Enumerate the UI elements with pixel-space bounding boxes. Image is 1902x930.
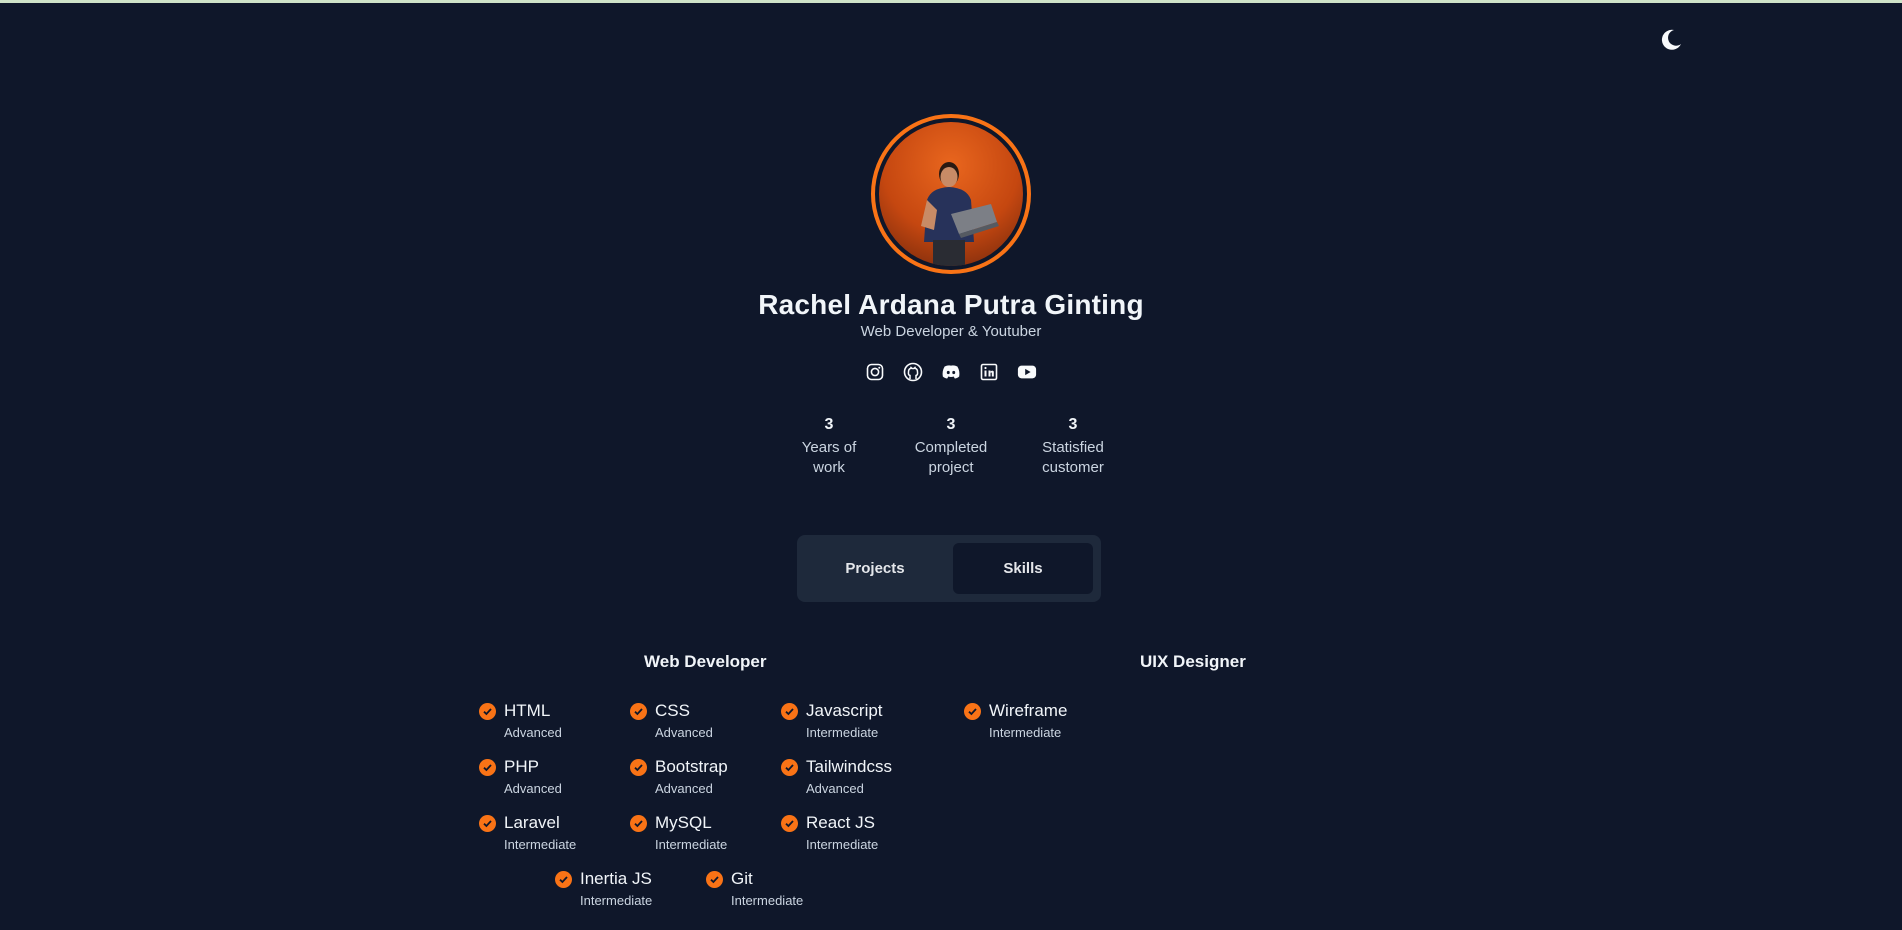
stat-label: Statisfied customer <box>1042 439 1104 476</box>
skill-name: HTML <box>504 701 551 720</box>
youtube-icon[interactable] <box>1017 362 1037 382</box>
check-icon <box>555 871 572 888</box>
check-icon <box>706 871 723 888</box>
skill-name: Tailwindcss <box>806 757 892 776</box>
skill-item: PHP Advanced <box>479 756 562 798</box>
profile-name: Rachel Ardana Putra Ginting <box>758 289 1144 320</box>
check-icon <box>781 815 798 832</box>
skill-level: Intermediate <box>655 837 728 852</box>
github-icon[interactable] <box>903 362 923 382</box>
stat-number: 3 <box>824 416 834 433</box>
moon-icon <box>1661 29 1681 50</box>
skill-level: Advanced <box>504 725 562 740</box>
instagram-icon[interactable] <box>865 362 885 382</box>
skill-item: Tailwindcss Advanced <box>781 756 892 798</box>
skill-level: Advanced <box>655 725 713 740</box>
skill-name: PHP <box>504 757 539 776</box>
check-icon <box>479 815 496 832</box>
check-icon <box>630 703 647 720</box>
social-links <box>865 362 1037 382</box>
skill-level: Intermediate <box>806 725 879 740</box>
skill-name: Git <box>731 869 753 888</box>
skill-level: Intermediate <box>580 893 653 908</box>
tab-projects[interactable]: Projects <box>805 543 945 594</box>
linkedin-icon[interactable] <box>979 362 999 382</box>
stats-row: 3 Years of work 3 Completed project 3 St… <box>787 416 1115 478</box>
skill-level: Intermediate <box>504 837 577 852</box>
check-icon <box>630 759 647 776</box>
skill-level: Advanced <box>504 781 562 796</box>
skill-item: Laravel Intermediate <box>479 812 576 854</box>
skill-name: CSS <box>655 701 690 720</box>
check-icon <box>479 759 496 776</box>
check-icon <box>781 759 798 776</box>
skill-item: Inertia JS Intermediate <box>555 868 652 910</box>
skill-item: Javascript Intermediate <box>781 700 883 742</box>
section-title-uix-designer: UIX Designer <box>1140 652 1246 671</box>
stat-years: 3 Years of work <box>787 416 871 478</box>
skill-item: MySQL Intermediate <box>630 812 727 854</box>
stat-label: Completed project <box>914 439 988 476</box>
discord-icon[interactable] <box>941 362 961 382</box>
skill-name: Laravel <box>504 813 560 832</box>
check-icon <box>479 703 496 720</box>
dark-mode-toggle[interactable] <box>1658 27 1684 53</box>
tab-skills[interactable]: Skills <box>953 543 1093 594</box>
skill-level: Intermediate <box>989 725 1062 740</box>
skill-level: Intermediate <box>806 837 879 852</box>
skill-name: React JS <box>806 813 875 832</box>
section-title-web-developer: Web Developer <box>644 652 767 671</box>
skill-name: MySQL <box>655 813 712 832</box>
skill-name: Inertia JS <box>580 869 652 888</box>
stat-number: 3 <box>1068 416 1078 433</box>
skill-name: Javascript <box>806 701 883 720</box>
skill-item: Bootstrap Advanced <box>630 756 728 798</box>
skill-name: Wireframe <box>989 701 1068 720</box>
check-icon <box>964 703 981 720</box>
stat-label: Years of work <box>801 439 857 476</box>
skill-level: Advanced <box>655 781 713 796</box>
person-with-laptop-image <box>921 162 999 266</box>
skill-item: React JS Intermediate <box>781 812 878 854</box>
profile-subtitle: Web Developer & Youtuber <box>860 323 1042 340</box>
avatar <box>879 122 1023 266</box>
skill-name: Bootstrap <box>655 757 728 776</box>
stat-projects: 3 Completed project <box>909 416 993 478</box>
check-icon <box>781 703 798 720</box>
skill-level: Advanced <box>806 781 864 796</box>
check-icon <box>630 815 647 832</box>
skill-item: HTML Advanced <box>479 700 562 742</box>
stat-number: 3 <box>946 416 956 433</box>
top-progress-line <box>0 0 1902 3</box>
skill-item: Wireframe Intermediate <box>964 700 1067 742</box>
tab-switcher: Projects Skills <box>797 535 1101 602</box>
avatar-ring <box>871 114 1031 274</box>
skill-item: Git Intermediate <box>706 868 803 910</box>
profile-header: Rachel Ardana Putra Ginting Web Develope… <box>0 114 1902 478</box>
skill-item: CSS Advanced <box>630 700 713 742</box>
stat-customers: 3 Statisfied customer <box>1031 416 1115 478</box>
skill-level: Intermediate <box>731 893 804 908</box>
